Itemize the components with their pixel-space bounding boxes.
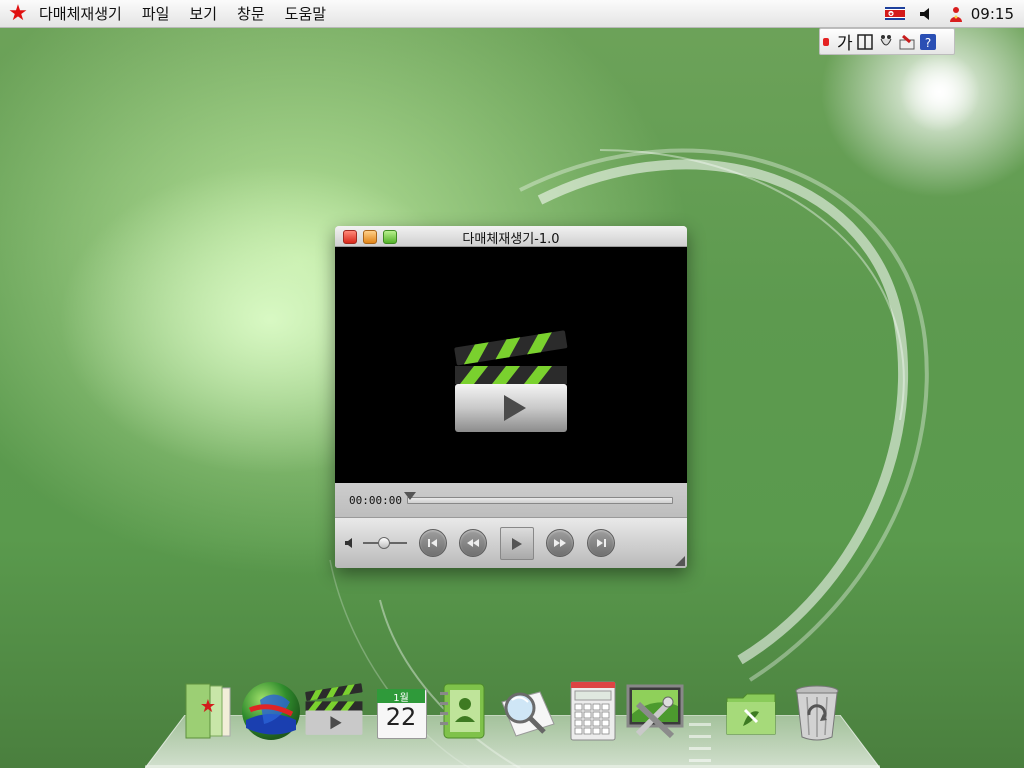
svg-text:★: ★ <box>889 11 894 17</box>
clock[interactable]: 09:15 <box>971 5 1014 23</box>
system-tray: ★ 09:15 <box>884 0 1024 27</box>
red-star-menu-icon[interactable]: ★ <box>6 2 30 26</box>
volume-icon <box>345 538 352 548</box>
menu-file[interactable]: 파일 <box>142 3 170 24</box>
globe-icon <box>242 682 300 740</box>
seek-bar: 00:00:00 <box>335 483 687 518</box>
ime-drag-handle[interactable] <box>823 37 829 46</box>
playback-controls <box>335 518 687 568</box>
progress-track[interactable] <box>407 497 673 504</box>
menu-window[interactable]: 창문 <box>237 3 265 24</box>
dock-search[interactable] <box>496 680 558 742</box>
trash-icon <box>795 685 839 741</box>
tools-icon <box>626 684 684 739</box>
skip-back-button[interactable] <box>419 529 447 557</box>
skip-back-icon <box>428 539 437 547</box>
dock-media-player[interactable] <box>303 680 365 742</box>
fast-forward-icon <box>554 539 566 547</box>
volume-icon[interactable] <box>919 7 933 21</box>
menu-help[interactable]: 도움말 <box>285 3 326 24</box>
folder-icon <box>726 693 776 735</box>
volume-slider-knob[interactable] <box>378 537 390 549</box>
folder-docs-icon: ★ <box>185 683 231 739</box>
dock-trash[interactable] <box>786 680 848 742</box>
calculator-icon <box>570 681 616 741</box>
clapperboard-icon <box>305 683 363 735</box>
input-method-bar: 가 ? <box>819 28 955 55</box>
magnifier-icon <box>501 691 555 737</box>
play-button[interactable] <box>500 527 534 560</box>
calendar-icon: 1월 22 <box>375 683 427 739</box>
skip-forward-icon <box>597 539 606 547</box>
svg-text:★: ★ <box>200 696 216 717</box>
dock-folder[interactable] <box>720 682 782 744</box>
progress-thumb[interactable] <box>404 492 416 500</box>
contacts-icon <box>440 683 485 739</box>
resize-grip-icon[interactable] <box>675 556 685 566</box>
dock-address-book[interactable] <box>432 680 494 742</box>
half-width-icon[interactable] <box>856 33 874 51</box>
calendar-month: 1월 <box>393 693 409 704</box>
dock-calculator[interactable] <box>562 680 624 742</box>
app-title[interactable]: 다매체재생기 <box>39 3 122 24</box>
help-icon[interactable]: ? <box>919 33 937 51</box>
play-icon <box>512 537 522 550</box>
dock-calendar[interactable]: 1월 22 <box>370 680 432 742</box>
video-area[interactable] <box>335 247 687 483</box>
punctuation-icon[interactable] <box>877 33 895 51</box>
elapsed-time: 00:00:00 <box>349 494 402 507</box>
rewind-button[interactable] <box>459 529 487 557</box>
flag-icon[interactable]: ★ <box>884 7 905 20</box>
menu-view[interactable]: 보기 <box>189 3 217 24</box>
clapperboard-icon <box>454 330 568 432</box>
media-player-window: 다매체재생기-1.0 00:00:00 <box>335 226 687 568</box>
svg-text:?: ? <box>924 36 930 50</box>
player-titlebar[interactable]: 다매체재생기-1.0 <box>335 226 687 247</box>
keyboard-icon[interactable] <box>898 33 916 51</box>
ime-language-label[interactable]: 가 <box>837 29 853 54</box>
dock-files[interactable]: ★ <box>176 680 238 742</box>
fast-forward-button[interactable] <box>546 529 574 557</box>
window-title: 다매체재생기-1.0 <box>462 232 560 247</box>
top-menubar: ★ 다매체재생기 파일 보기 창문 도움말 ★ 09:15 <box>0 0 1024 28</box>
dock-settings[interactable] <box>624 680 686 742</box>
skip-forward-button[interactable] <box>587 529 615 557</box>
rewind-icon <box>467 539 479 547</box>
user-icon[interactable] <box>949 6 963 22</box>
dock-browser[interactable] <box>240 680 302 742</box>
calendar-day: 22 <box>385 703 417 731</box>
